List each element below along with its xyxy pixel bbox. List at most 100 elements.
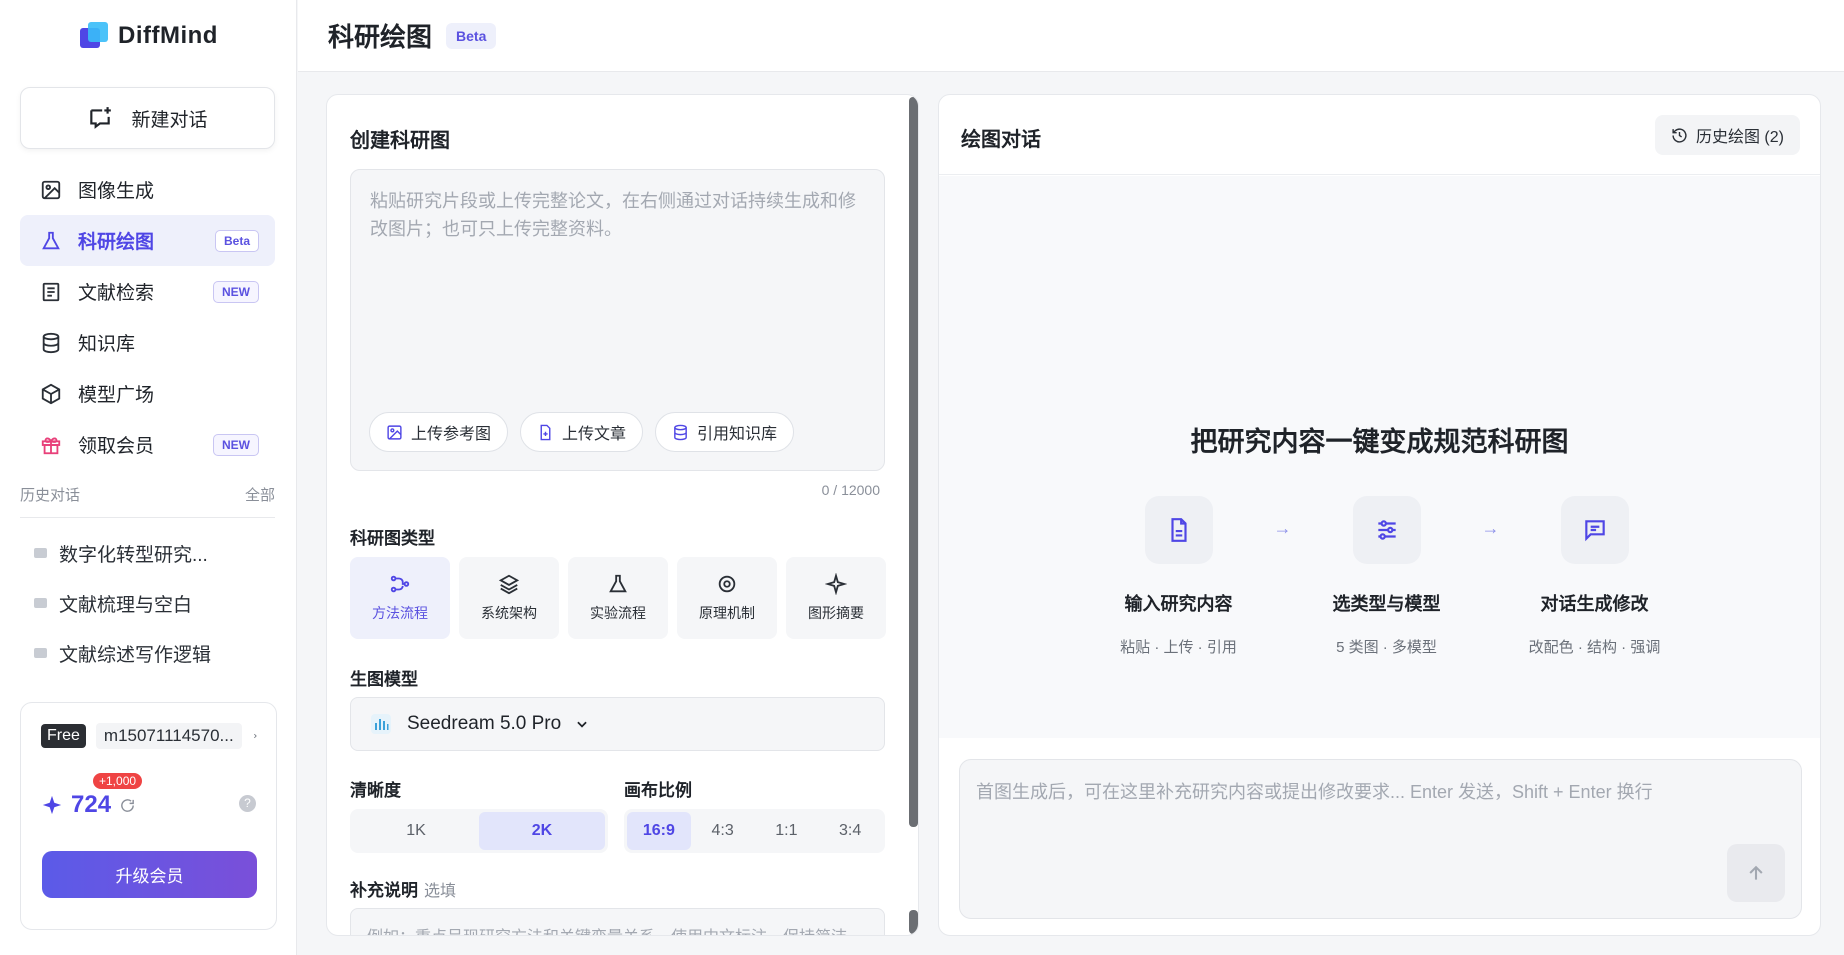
logo-icon bbox=[78, 20, 110, 52]
resolution-label: 清晰度 bbox=[350, 781, 401, 800]
flow-icon bbox=[390, 575, 410, 593]
steps: 输入研究内容 粘贴 · 上传 · 引用 → 选类型与模型 5 类图 · 多模型 … bbox=[1110, 496, 1663, 657]
history-item-label: 文献综述写作逻辑 bbox=[59, 644, 212, 666]
sidebar-item-label: 科研绘图 bbox=[78, 232, 155, 253]
new-badge: NEW bbox=[213, 433, 259, 456]
step-select: 选类型与模型 5 类图 · 多模型 bbox=[1318, 496, 1455, 657]
sidebar-item-label: 图像生成 bbox=[78, 181, 155, 202]
scrollbar-thumb[interactable] bbox=[909, 97, 918, 827]
history-list: 数字化转型研究... 文献梳理与空白 文献综述写作逻辑 bbox=[20, 528, 275, 678]
figure-type-selector: 方法流程 系统架构 实验流程 原理机制 图形摘要 bbox=[350, 557, 886, 639]
ratio-selector: 16:9 4:3 1:1 3:4 bbox=[624, 809, 885, 853]
file-plus-icon bbox=[540, 424, 551, 440]
type-system-architecture[interactable]: 系统架构 bbox=[459, 557, 559, 639]
credit-count: 724 bbox=[71, 791, 112, 818]
history-item[interactable]: 文献梳理与空白 bbox=[20, 578, 275, 628]
chip-label: 引用知识库 bbox=[697, 426, 778, 443]
target-icon bbox=[718, 575, 736, 593]
sidebar-item-literature-search[interactable]: 文献检索 NEW bbox=[20, 266, 275, 317]
create-panel-title: 创建科研图 bbox=[350, 130, 450, 152]
model-select[interactable]: Seedream 5.0 Pro bbox=[350, 697, 885, 751]
chat-input-placeholder: 首图生成后，可在这里补充研究内容或提出修改要求... Enter 发送，Shif… bbox=[976, 782, 1653, 802]
chat-panel: 绘图对话 历史绘图 (2) 把研究内容一键变成规范科研图 输入研究内容 粘贴 ·… bbox=[938, 94, 1821, 936]
resolution-option[interactable]: 2K bbox=[479, 812, 605, 850]
upload-article-button[interactable]: 上传文章 bbox=[520, 412, 644, 452]
resolution-selector: 1K 2K bbox=[350, 809, 608, 853]
step-title: 对话生成修改 bbox=[1540, 594, 1649, 614]
note-label-text: 补充说明 bbox=[350, 881, 418, 900]
sidebar-item-label: 知识库 bbox=[78, 334, 136, 355]
note-optional: 选填 bbox=[424, 883, 457, 900]
type-graphical-abstract[interactable]: 图形摘要 bbox=[786, 557, 886, 639]
cite-knowledge-button[interactable]: 引用知识库 bbox=[655, 412, 795, 452]
ratio-option[interactable]: 16:9 bbox=[627, 812, 691, 850]
note-label: 补充说明 选填 bbox=[350, 876, 456, 901]
sidebar-item-model-square[interactable]: 模型广场 bbox=[20, 368, 275, 419]
arrow-right-icon: → bbox=[1481, 518, 1500, 538]
sidebar-item-research-drawing[interactable]: 科研绘图 Beta bbox=[20, 215, 275, 266]
sparkle-icon bbox=[42, 795, 62, 815]
type-experiment-flow[interactable]: 实验流程 bbox=[568, 557, 668, 639]
step-title: 输入研究内容 bbox=[1124, 594, 1233, 614]
arrow-up-icon bbox=[1749, 865, 1763, 880]
new-chat-icon bbox=[90, 107, 112, 129]
history-item[interactable]: 数字化转型研究... bbox=[20, 528, 275, 578]
type-mechanism[interactable]: 原理机制 bbox=[677, 557, 777, 639]
upgrade-button[interactable]: 升级会员 bbox=[42, 851, 257, 898]
chat-empty-state: 把研究内容一键变成规范科研图 输入研究内容 粘贴 · 上传 · 引用 → 选类型… bbox=[939, 176, 1820, 738]
ratio-option[interactable]: 4:3 bbox=[691, 812, 755, 850]
page-header: 科研绘图 Beta bbox=[298, 0, 1844, 72]
sidebar-item-label: 文献检索 bbox=[78, 283, 155, 304]
sidebar-item-label: 领取会员 bbox=[78, 436, 155, 457]
image-icon bbox=[41, 180, 61, 199]
cube-icon bbox=[41, 383, 61, 404]
type-method-flow[interactable]: 方法流程 bbox=[350, 557, 450, 639]
history-item-label: 文献梳理与空白 bbox=[59, 594, 193, 616]
type-label: 科研图类型 bbox=[350, 529, 435, 548]
new-chat-button[interactable]: 新建对话 bbox=[20, 87, 275, 149]
sliders-icon bbox=[1352, 496, 1421, 564]
chat-panel-header: 绘图对话 历史绘图 (2) bbox=[939, 95, 1820, 175]
chevron-right-icon bbox=[253, 733, 257, 739]
bonus-badge: +1,000 bbox=[93, 773, 143, 789]
history-button-label: 历史绘图 (2) bbox=[1695, 129, 1784, 146]
sidebar-item-image-gen[interactable]: 图像生成 bbox=[20, 164, 275, 215]
chip-label: 上传文章 bbox=[562, 426, 627, 443]
chat-bubble-icon bbox=[34, 548, 47, 558]
model-logo-icon bbox=[371, 714, 391, 734]
history-drawings-button[interactable]: 历史绘图 (2) bbox=[1654, 115, 1800, 155]
layers-icon bbox=[498, 574, 520, 595]
sidebar-item-membership[interactable]: 领取会员 NEW bbox=[20, 419, 275, 470]
input-actions: 上传参考图 上传文章 引用知识库 bbox=[369, 412, 795, 452]
document-icon bbox=[42, 282, 60, 301]
ratio-option[interactable]: 1:1 bbox=[755, 812, 819, 850]
type-label: 实验流程 bbox=[590, 605, 646, 621]
type-label: 原理机制 bbox=[699, 605, 755, 621]
step-input: 输入研究内容 粘贴 · 上传 · 引用 bbox=[1110, 496, 1247, 657]
research-input-placeholder: 粘贴研究片段或上传完整论文，在右侧通过对话持续生成和修改图片；也可只上传完整资料… bbox=[370, 191, 856, 239]
username: m15071114570... bbox=[95, 723, 242, 749]
app-logo[interactable]: DiffMind bbox=[78, 20, 218, 52]
flask-icon bbox=[609, 574, 627, 593]
upload-reference-button[interactable]: 上传参考图 bbox=[369, 412, 509, 452]
account-card: Free m15071114570... +1,000 724 ? 升级会员 bbox=[20, 702, 277, 930]
chat-input[interactable]: 首图生成后，可在这里补充研究内容或提出修改要求... Enter 发送，Shif… bbox=[959, 759, 1802, 919]
char-counter: 0 / 12000 bbox=[821, 482, 880, 498]
refresh-icon[interactable] bbox=[119, 797, 136, 814]
new-chat-label: 新建对话 bbox=[131, 109, 208, 131]
chip-label: 上传参考图 bbox=[411, 426, 492, 443]
chevron-down-icon bbox=[577, 721, 587, 728]
chat-panel-title: 绘图对话 bbox=[961, 129, 1041, 151]
history-item[interactable]: 文献综述写作逻辑 bbox=[20, 628, 275, 678]
ratio-option[interactable]: 3:4 bbox=[818, 812, 882, 850]
resolution-option[interactable]: 1K bbox=[353, 812, 479, 850]
research-input[interactable]: 粘贴研究片段或上传完整论文，在右侧通过对话持续生成和修改图片；也可只上传完整资料… bbox=[350, 169, 885, 471]
help-icon[interactable]: ? bbox=[239, 795, 256, 812]
note-input[interactable]: 例如：重点呈现研究方法和关键变量关系，使用中文标注，保持简洁... bbox=[350, 908, 885, 935]
account-row[interactable]: Free m15071114570... bbox=[41, 723, 258, 749]
sidebar-item-knowledge-base[interactable]: 知识库 bbox=[20, 317, 275, 368]
send-button[interactable] bbox=[1727, 844, 1785, 902]
history-all-link[interactable]: 全部 bbox=[245, 484, 275, 505]
sidebar-item-label: 模型广场 bbox=[78, 385, 155, 406]
scrollbar-thumb-inner[interactable] bbox=[909, 910, 918, 934]
